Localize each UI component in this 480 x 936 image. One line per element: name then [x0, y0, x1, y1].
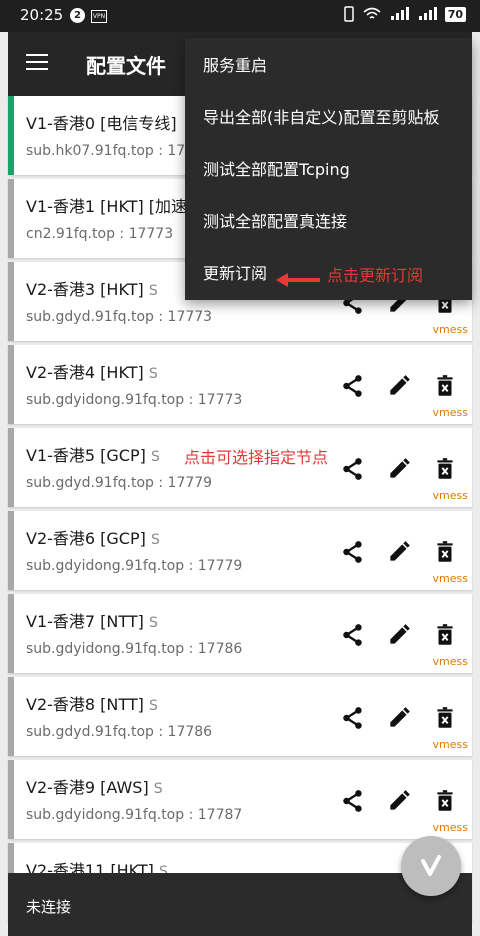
server-name-text: V2-香港6 [GCP]: [26, 529, 146, 548]
server-card[interactable]: V2-香港9 [AWS] Ssub.gdyidong.91fq.top : 17…: [8, 760, 472, 839]
edit-icon[interactable]: [386, 705, 412, 731]
server-name: V1-香港0 [电信专线]: [26, 110, 177, 134]
server-address: cn2.91fq.top : 17773: [26, 226, 174, 242]
server-type-label: vmess: [432, 489, 468, 502]
server-flag: S: [150, 449, 160, 465]
server-actions: [340, 373, 458, 399]
share-icon[interactable]: [340, 788, 366, 814]
server-card[interactable]: V2-香港8 [NTT] Ssub.gdyd.91fq.top : 17786 v…: [8, 677, 472, 756]
v-logo-icon: [421, 855, 441, 876]
delete-icon[interactable]: [432, 705, 458, 731]
menu-icon[interactable]: [26, 54, 48, 72]
overflow-menu: 服务重启 导出全部(非自定义)配置至剪贴板 测试全部配置Tcping 测试全部配…: [185, 38, 472, 300]
server-address: sub.gdyd.91fq.top : 17786: [26, 724, 213, 740]
page-title: 配置文件: [86, 54, 166, 78]
server-actions: [340, 788, 458, 814]
server-name: V2-香港6 [GCP] S: [26, 525, 160, 549]
connect-fab-button[interactable]: [401, 836, 461, 896]
share-icon[interactable]: [340, 373, 366, 399]
wifi-icon: [363, 7, 381, 19]
vpn-indicator-icon: VPN: [91, 10, 107, 23]
server-actions: [340, 456, 458, 482]
server-flag: S: [153, 781, 163, 797]
server-flag: S: [150, 532, 160, 548]
server-name-text: V2-香港4 [HKT]: [26, 363, 144, 382]
share-icon[interactable]: [340, 622, 366, 648]
delete-icon[interactable]: [432, 788, 458, 814]
server-address: sub.hk07.91fq.top : 17: [26, 143, 186, 159]
server-name-text: V2-香港9 [AWS]: [26, 778, 149, 797]
edit-icon[interactable]: [386, 788, 412, 814]
server-address: sub.gdyidong.91fq.top : 17773: [26, 392, 243, 408]
annotation-update-hint: 点击更新订阅: [327, 266, 424, 285]
server-name: V1-香港1 [HKT] [加速: [26, 193, 187, 217]
server-type-label: vmess: [432, 655, 468, 668]
connection-status: 未连接: [26, 898, 72, 916]
server-name: V2-香港8 [NTT] S: [26, 691, 158, 715]
server-actions: [340, 705, 458, 731]
bottom-status-bar: 未连接: [8, 873, 472, 936]
system-icons: 70: [343, 6, 466, 22]
annotation-arrow-icon: [276, 273, 320, 287]
share-icon[interactable]: [340, 456, 366, 482]
menu-item-export-all[interactable]: 导出全部(非自定义)配置至剪贴板: [185, 92, 472, 144]
edit-icon[interactable]: [386, 456, 412, 482]
server-actions: [340, 539, 458, 565]
signal-icon: [390, 7, 409, 20]
server-name: V2-香港4 [HKT] S: [26, 359, 158, 383]
menu-item-test-tcping[interactable]: 测试全部配置Tcping: [185, 144, 472, 196]
vibrate-icon: [343, 6, 354, 22]
server-type-label: vmess: [432, 406, 468, 419]
delete-icon[interactable]: [432, 456, 458, 482]
server-flag: S: [148, 615, 158, 631]
share-icon[interactable]: [340, 539, 366, 565]
server-address: sub.gdyidong.91fq.top : 17779: [26, 558, 243, 574]
server-flag: S: [148, 283, 158, 299]
menu-item-test-real-connection[interactable]: 测试全部配置真连接: [185, 196, 472, 248]
server-name-text: V1-香港0 [电信专线]: [26, 114, 177, 133]
delete-icon[interactable]: [432, 373, 458, 399]
server-name: V2-香港3 [HKT] S: [26, 276, 158, 300]
server-address: sub.gdyidong.91fq.top : 17787: [26, 807, 243, 823]
server-name-text: V2-香港3 [HKT]: [26, 280, 144, 299]
edit-icon[interactable]: [386, 539, 412, 565]
server-type-label: vmess: [432, 821, 468, 834]
notification-badge: 2: [70, 8, 85, 23]
server-name-text: V2-香港8 [NTT]: [26, 695, 144, 714]
server-name: V1-香港7 [NTT] S: [26, 608, 158, 632]
edit-icon[interactable]: [386, 373, 412, 399]
server-name: V1-香港5 [GCP] S: [26, 442, 160, 466]
delete-icon[interactable]: [432, 622, 458, 648]
battery-icon: 70: [444, 6, 466, 22]
status-bar: 20:25 2 VPN 70: [0, 0, 480, 32]
clock: 20:25: [20, 6, 64, 24]
server-card[interactable]: V1-香港7 [NTT] Ssub.gdyidong.91fq.top : 17…: [8, 594, 472, 673]
server-flag: S: [148, 698, 158, 714]
edit-icon[interactable]: [386, 622, 412, 648]
signal-icon-2: [418, 7, 437, 20]
annotation-select-hint: 点击可选择指定节点: [184, 448, 329, 467]
server-card[interactable]: V2-香港6 [GCP] Ssub.gdyidong.91fq.top : 17…: [8, 511, 472, 590]
server-name-text: V1-香港7 [NTT]: [26, 612, 144, 631]
server-flag: S: [148, 366, 158, 382]
server-name-text: V1-香港5 [GCP]: [26, 446, 146, 465]
share-icon[interactable]: [340, 705, 366, 731]
server-card[interactable]: V2-香港4 [HKT] Ssub.gdyidong.91fq.top : 17…: [8, 345, 472, 424]
menu-item-restart-service[interactable]: 服务重启: [185, 40, 472, 92]
server-type-label: vmess: [432, 738, 468, 751]
server-actions: [340, 622, 458, 648]
delete-icon[interactable]: [432, 539, 458, 565]
server-type-label: vmess: [432, 572, 468, 585]
server-name: V2-香港9 [AWS] S: [26, 774, 163, 798]
server-name-text: V1-香港1 [HKT] [加速: [26, 197, 188, 216]
server-address: sub.gdyidong.91fq.top : 17786: [26, 641, 243, 657]
server-type-label: vmess: [432, 323, 468, 336]
server-address: sub.gdyd.91fq.top : 17779: [26, 475, 213, 491]
server-address: sub.gdyd.91fq.top : 17773: [26, 309, 213, 325]
